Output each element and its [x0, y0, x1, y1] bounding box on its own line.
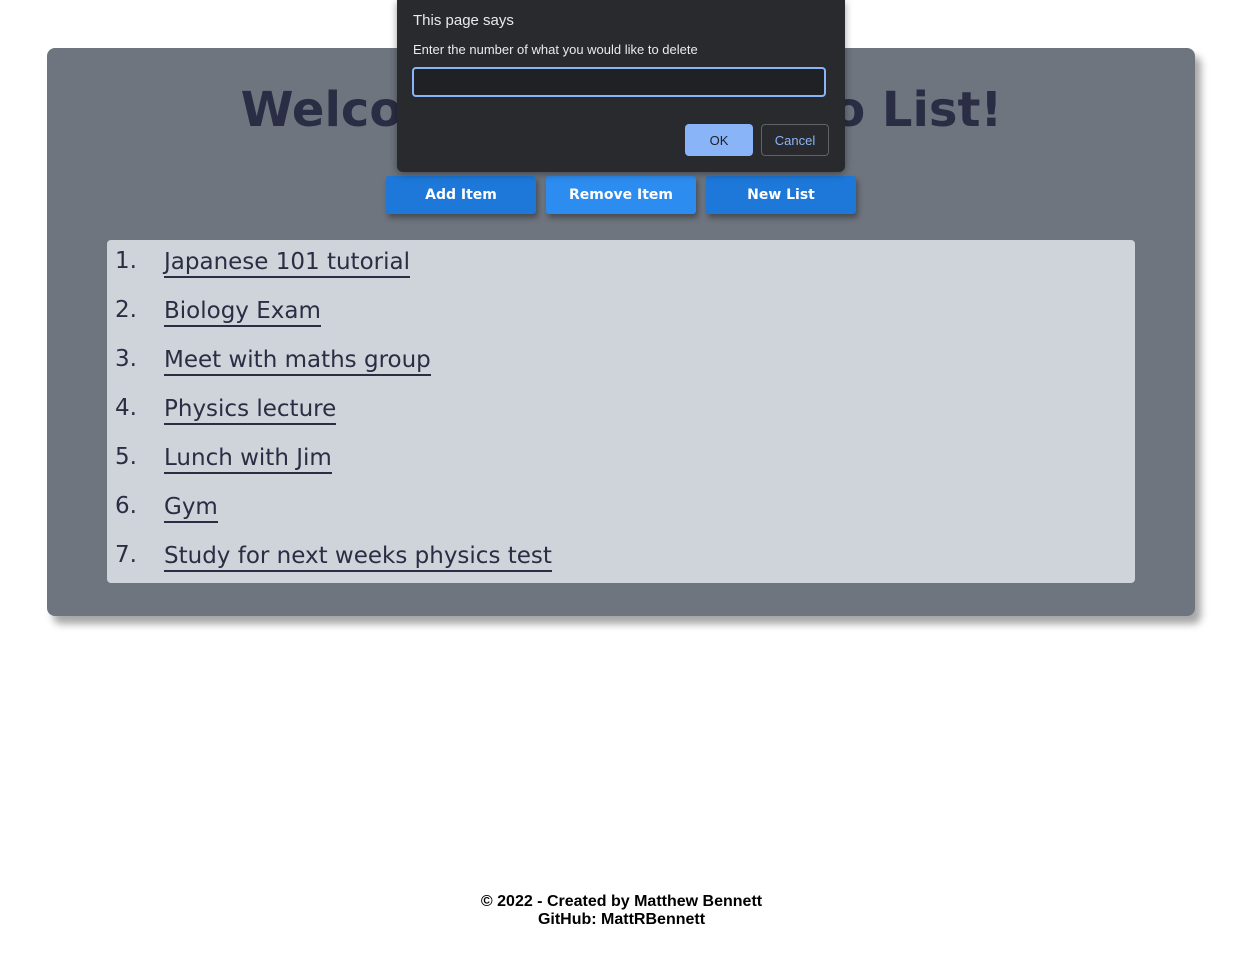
- cancel-button[interactable]: Cancel: [761, 124, 829, 156]
- item-link[interactable]: Study for next weeks physics test: [164, 542, 552, 572]
- list-item: 6. Gym: [107, 493, 552, 542]
- list-item: 1. Japanese 101 tutorial: [107, 248, 552, 297]
- toolbar: Add Item Remove Item New List: [386, 176, 856, 214]
- list-item: 3. Meet with maths group: [107, 346, 552, 395]
- new-list-button[interactable]: New List: [706, 176, 856, 214]
- item-number: 6.: [115, 493, 137, 519]
- footer: © 2022 - Created by Matthew Bennett GitH…: [0, 893, 1243, 929]
- item-link[interactable]: Physics lecture: [164, 395, 337, 425]
- item-link[interactable]: Meet with maths group: [164, 346, 431, 376]
- item-link[interactable]: Biology Exam: [164, 297, 321, 327]
- item-number: 7.: [115, 542, 137, 568]
- item-link[interactable]: Lunch with Jim: [164, 444, 332, 474]
- item-number: 2.: [115, 297, 137, 323]
- dialog-title: This page says: [413, 12, 514, 29]
- list-item: 5. Lunch with Jim: [107, 444, 552, 493]
- list-item: 2. Biology Exam: [107, 297, 552, 346]
- list-item: 7. Study for next weeks physics test: [107, 542, 552, 591]
- list-item: 4. Physics lecture: [107, 395, 552, 444]
- ok-button[interactable]: OK: [685, 124, 753, 156]
- dialog-message: Enter the number of what you would like …: [413, 42, 698, 57]
- copyright-text: © 2022 - Created by Matthew Bennett: [480, 893, 763, 910]
- item-link[interactable]: Gym: [164, 493, 218, 523]
- add-item-button[interactable]: Add Item: [386, 176, 536, 214]
- dialog-input[interactable]: [412, 67, 826, 97]
- github-text: GitHub: MattRBennett: [537, 911, 706, 928]
- prompt-dialog: This page says Enter the number of what …: [397, 0, 845, 172]
- item-link[interactable]: Japanese 101 tutorial: [164, 248, 410, 278]
- todo-list: 1. Japanese 101 tutorial 2. Biology Exam…: [107, 248, 552, 591]
- item-number: 4.: [115, 395, 137, 421]
- remove-item-button[interactable]: Remove Item: [546, 176, 696, 214]
- item-number: 5.: [115, 444, 137, 470]
- todo-list-container: 1. Japanese 101 tutorial 2. Biology Exam…: [107, 240, 1135, 583]
- item-number: 3.: [115, 346, 137, 372]
- item-number: 1.: [115, 248, 137, 274]
